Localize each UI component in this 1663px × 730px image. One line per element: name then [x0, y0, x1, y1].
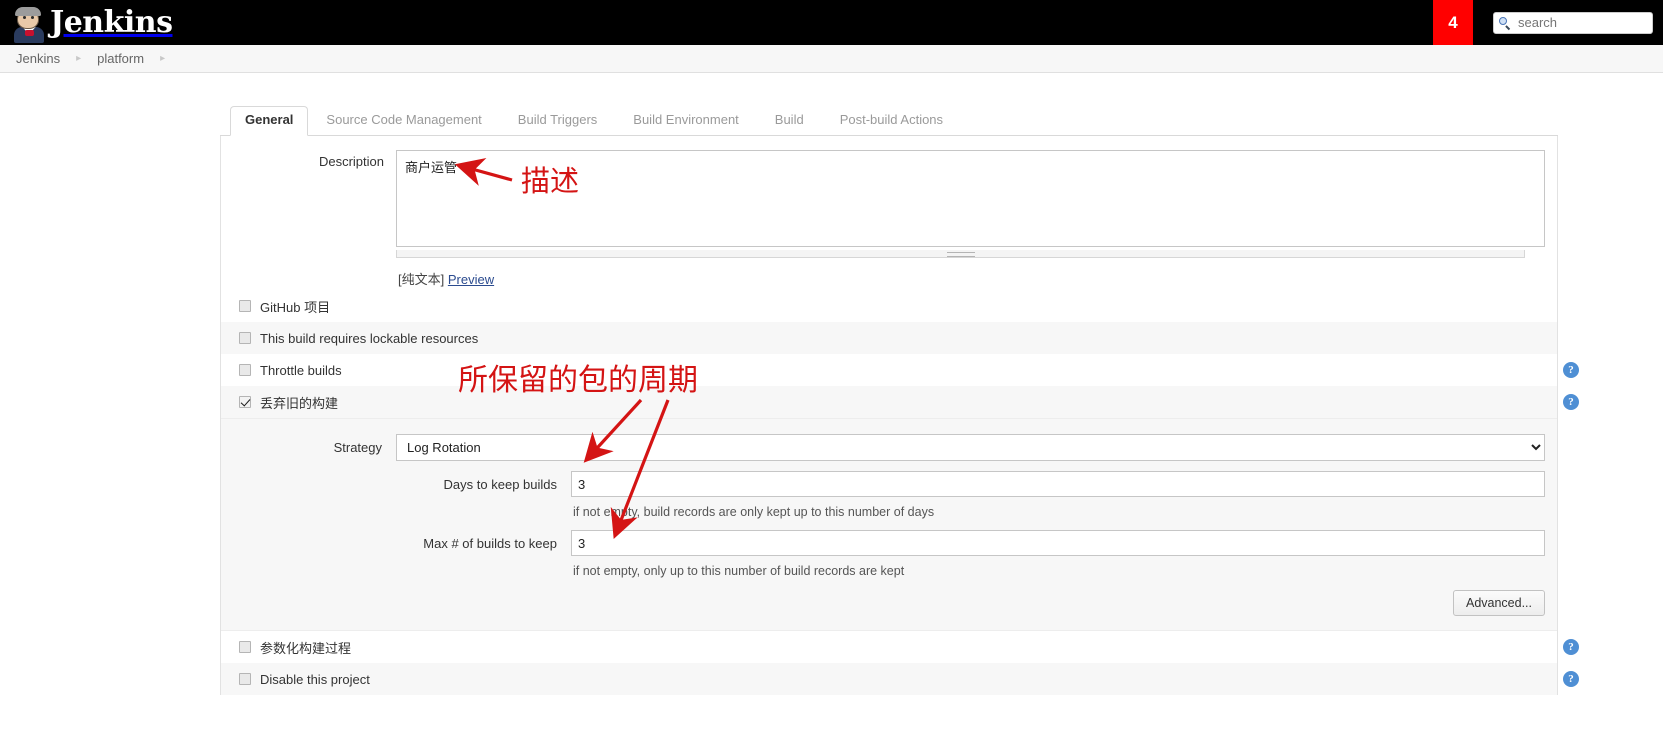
checkbox-label-throttle-builds: Throttle builds [260, 362, 342, 378]
general-config-form: Description [纯文本] Preview GitHub 项目 This… [220, 136, 1579, 695]
checkbox-label-disable-project: Disable this project [260, 671, 370, 687]
breadcrumb-separator-icon-2: ▸ [160, 53, 166, 64]
description-preview-line: [纯文本] Preview [221, 264, 1557, 290]
header-right-group: 4 [1433, 0, 1663, 45]
checkbox-label-github-project: GitHub 项目 [260, 299, 331, 315]
checkbox-row-parameterized-build[interactable]: 参数化构建过程 ? [221, 631, 1579, 663]
tab-build[interactable]: Build [757, 106, 822, 135]
max-builds-hint: if not empty, only up to this number of … [573, 564, 905, 578]
checkbox-label-discard-old-builds: 丢弃旧的构建 [260, 395, 339, 411]
advanced-button-row: Advanced... [221, 584, 1557, 616]
main-content: General Source Code Management Build Tri… [0, 73, 1663, 695]
checkbox-row-discard-old-builds[interactable]: 丢弃旧的构建 ? [221, 386, 1579, 418]
checkbox-github-project[interactable] [239, 300, 251, 312]
search-box[interactable] [1493, 11, 1653, 34]
jenkins-home-link[interactable]: Jenkins [0, 0, 173, 45]
max-builds-input[interactable] [571, 530, 1545, 556]
breadcrumb-item-platform[interactable]: platform [95, 51, 146, 66]
preview-link[interactable]: Preview [448, 272, 494, 287]
tab-source-code-management[interactable]: Source Code Management [308, 106, 499, 135]
help-icon-throttle-builds[interactable]: ? [1563, 362, 1579, 378]
description-label: Description [318, 154, 384, 169]
breadcrumb-item-jenkins[interactable]: Jenkins [14, 51, 62, 66]
description-row: Description [221, 136, 1557, 264]
checkbox-row-throttle-builds[interactable]: Throttle builds ? [221, 354, 1579, 386]
description-field-cell [396, 150, 1557, 258]
discard-strategy-panel: Strategy Log Rotation Days to keep build… [221, 418, 1557, 630]
checkbox-row-disable-project[interactable]: Disable this project ? [221, 663, 1579, 695]
jenkins-butler-icon [14, 6, 44, 43]
search-input[interactable] [1516, 14, 1648, 31]
textarea-resize-handle[interactable] [396, 250, 1525, 258]
days-to-keep-hint: if not empty, build records are only kep… [573, 505, 935, 519]
checkbox-label-parameterized-build: 参数化构建过程 [260, 640, 352, 656]
advanced-button[interactable]: Advanced... [1452, 590, 1545, 616]
tab-general[interactable]: General [230, 106, 309, 136]
alert-count-badge[interactable]: 4 [1433, 0, 1473, 45]
days-to-keep-row: Days to keep builds [221, 466, 1557, 502]
help-icon-disable-project[interactable]: ? [1563, 671, 1579, 687]
strategy-label: Strategy [333, 440, 382, 455]
tab-build-environment[interactable]: Build Environment [615, 106, 757, 135]
days-to-keep-input[interactable] [571, 471, 1545, 497]
help-icon-parameterized-build[interactable]: ? [1563, 639, 1579, 655]
brand-title: Jenkins [50, 4, 173, 40]
strategy-row: Strategy Log Rotation [221, 429, 1557, 466]
checkbox-lockable-resources[interactable] [239, 332, 251, 344]
tab-build-triggers[interactable]: Build Triggers [500, 106, 615, 135]
breadcrumb: Jenkins ▸ platform ▸ [0, 45, 1663, 73]
search-icon [1498, 16, 1512, 30]
checkbox-parameterized-build[interactable] [239, 641, 251, 653]
strategy-select[interactable]: Log Rotation [396, 434, 1545, 461]
top-header-bar: Jenkins 4 [0, 0, 1663, 45]
breadcrumb-separator-icon: ▸ [76, 53, 82, 64]
checkbox-disable-project[interactable] [239, 673, 251, 685]
checkbox-row-github-project[interactable]: GitHub 项目 [221, 290, 1557, 322]
days-to-keep-label: Days to keep builds [443, 476, 557, 492]
checkbox-row-lockable-resources[interactable]: This build requires lockable resources [221, 322, 1557, 354]
max-builds-row: Max # of builds to keep [221, 525, 1557, 561]
checkbox-label-lockable-resources: This build requires lockable resources [260, 330, 479, 346]
config-tab-bar: General Source Code Management Build Tri… [220, 106, 1558, 136]
help-icon-discard-old-builds[interactable]: ? [1563, 394, 1579, 410]
tab-post-build-actions[interactable]: Post-build Actions [822, 106, 961, 135]
checkbox-discard-old-builds[interactable] [239, 396, 251, 408]
plain-text-marker: [纯文本] [398, 272, 445, 287]
checkbox-throttle-builds[interactable] [239, 364, 251, 376]
description-textarea[interactable] [396, 150, 1545, 247]
max-builds-label: Max # of builds to keep [423, 535, 557, 551]
